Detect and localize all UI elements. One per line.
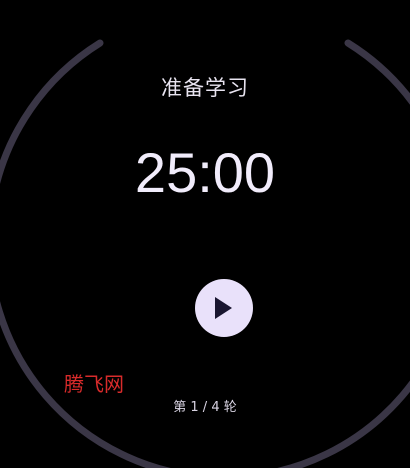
round-counter: 第 1 / 4 轮 xyxy=(173,400,237,415)
play-icon xyxy=(215,297,232,319)
countdown-display: 25:00 xyxy=(134,141,276,204)
timer-screen: 准备学习 25:00 腾飞网 第 1 / 4 轮 xyxy=(0,0,410,468)
play-button[interactable] xyxy=(195,279,253,337)
watermark: 腾飞网 xyxy=(64,372,124,396)
status-label: 准备学习 xyxy=(161,76,249,100)
